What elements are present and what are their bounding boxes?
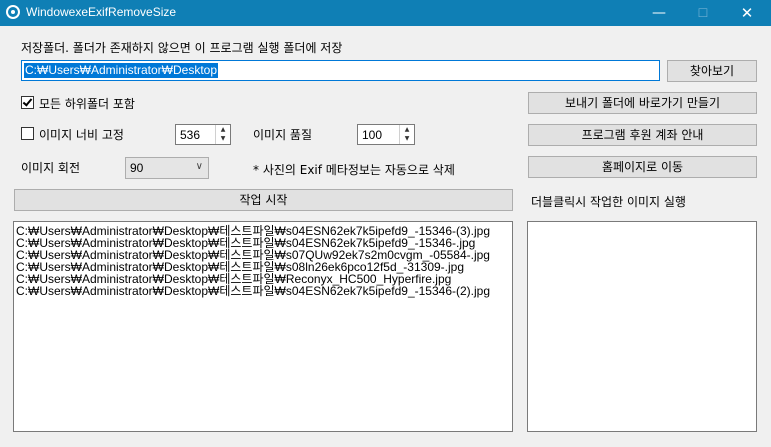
spin-down-icon[interactable]: ▼ bbox=[216, 134, 230, 143]
minimize-button[interactable]: — bbox=[637, 0, 681, 26]
title-bar: WindowexeExifRemoveSize — ☐ ✕ bbox=[0, 0, 771, 26]
window-title: WindowexeExifRemoveSize bbox=[26, 5, 177, 19]
rotate-select[interactable]: 90 ∨ bbox=[125, 157, 209, 179]
width-value: 536 bbox=[180, 128, 201, 142]
save-folder-input[interactable]: C:₩Users₩Administrator₩Desktop bbox=[21, 60, 660, 81]
quality-value: 100 bbox=[362, 128, 383, 142]
spin-down-icon[interactable]: ▼ bbox=[400, 134, 414, 143]
width-spinner-arrows[interactable]: ▲ ▼ bbox=[215, 125, 230, 144]
exif-note: * 사진의 Exif 메타정보는 자동으로 삭제 bbox=[253, 163, 455, 177]
start-button[interactable]: 작업 시작 bbox=[14, 189, 513, 211]
checkmark-icon bbox=[22, 96, 33, 107]
file-list[interactable]: C:₩Users₩Administrator₩Desktop₩테스트파일₩s04… bbox=[13, 221, 513, 432]
homepage-button[interactable]: 홈페이지로 이동 bbox=[528, 156, 757, 178]
create-sendto-shortcut-button[interactable]: 보내기 폴더에 바로가기 만들기 bbox=[528, 92, 757, 114]
app-icon bbox=[6, 5, 20, 19]
save-folder-label: 저장폴더. 폴더가 존재하지 않으면 이 프로그램 실행 폴더에 저장 bbox=[21, 41, 343, 55]
list-item[interactable]: C:₩Users₩Administrator₩Desktop₩테스트파일₩s04… bbox=[14, 285, 512, 297]
rotate-value: 90 bbox=[130, 161, 144, 175]
quality-spinner-arrows[interactable]: ▲ ▼ bbox=[399, 125, 414, 144]
double-click-label: 더블클릭시 작업한 이미지 실행 bbox=[531, 195, 686, 209]
close-button[interactable]: ✕ bbox=[725, 0, 769, 26]
fixed-width-label: 이미지 너비 고정 bbox=[39, 128, 124, 142]
width-spinner[interactable]: 536 ▲ ▼ bbox=[175, 124, 231, 145]
spin-up-icon[interactable]: ▲ bbox=[216, 125, 230, 134]
rotate-label: 이미지 회전 bbox=[21, 161, 81, 175]
processed-image-list[interactable] bbox=[527, 221, 757, 432]
chevron-down-icon: ∨ bbox=[195, 161, 203, 172]
file-list-items: C:₩Users₩Administrator₩Desktop₩테스트파일₩s04… bbox=[14, 222, 512, 297]
save-folder-path: C:₩Users₩Administrator₩Desktop bbox=[24, 63, 219, 78]
spin-up-icon[interactable]: ▲ bbox=[400, 125, 414, 134]
fixed-width-checkbox[interactable] bbox=[21, 127, 34, 140]
donation-info-button[interactable]: 프로그램 후원 계좌 안내 bbox=[528, 124, 757, 146]
maximize-button[interactable]: ☐ bbox=[681, 0, 725, 26]
include-subfolders-checkbox[interactable] bbox=[21, 96, 34, 109]
quality-label: 이미지 품질 bbox=[253, 128, 313, 142]
include-subfolders-label: 모든 하위폴더 포함 bbox=[39, 97, 135, 111]
quality-spinner[interactable]: 100 ▲ ▼ bbox=[357, 124, 415, 145]
browse-button[interactable]: 찾아보기 bbox=[667, 60, 757, 82]
